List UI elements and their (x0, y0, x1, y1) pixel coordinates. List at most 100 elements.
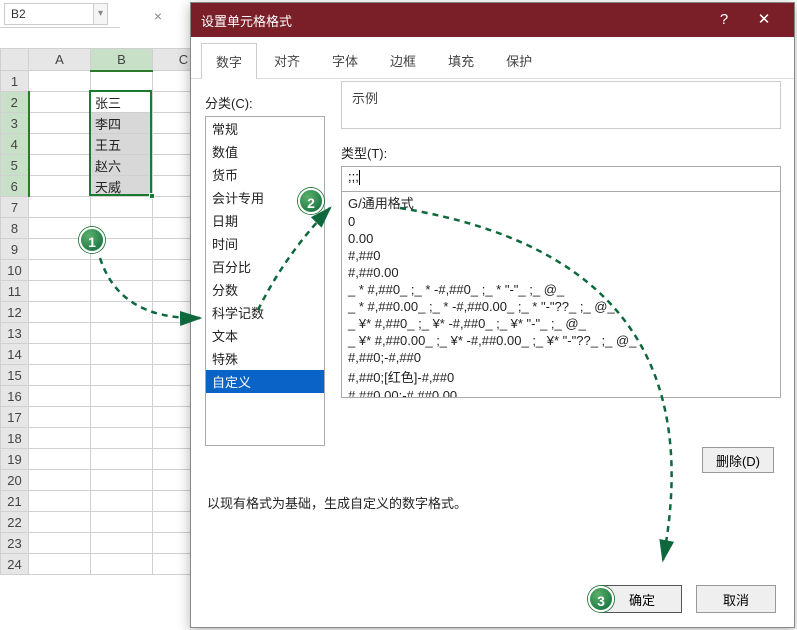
row-header[interactable]: 7 (1, 197, 29, 218)
row-header[interactable]: 16 (1, 386, 29, 407)
cell[interactable] (91, 512, 153, 533)
type-list[interactable]: G/通用格式00.00#,##0#,##0.00_ * #,##0_ ;_ * … (341, 192, 781, 398)
cell[interactable] (91, 365, 153, 386)
cell[interactable] (29, 491, 91, 512)
column-header[interactable]: A (29, 49, 91, 71)
category-item[interactable]: 常规 (206, 117, 324, 140)
type-option[interactable]: _ * #,##0_ ;_ * -#,##0_ ;_ * "-"_ ;_ @_ (342, 281, 780, 298)
type-option[interactable]: #,##0;-#,##0 (342, 349, 780, 366)
row-header[interactable]: 3 (1, 113, 29, 134)
name-box-dropdown[interactable]: ▾ (94, 3, 108, 25)
cell[interactable]: 赵六 (91, 155, 153, 176)
row-header[interactable]: 24 (1, 554, 29, 575)
type-option[interactable]: #,##0.00 (342, 264, 780, 281)
cell[interactable] (91, 302, 153, 323)
column-header[interactable]: B (91, 49, 153, 71)
cell[interactable] (29, 428, 91, 449)
row-header[interactable]: 20 (1, 470, 29, 491)
close-icon[interactable]: × (150, 8, 166, 24)
cell[interactable] (29, 71, 91, 92)
name-box[interactable] (4, 3, 94, 25)
cell[interactable]: 李四 (91, 113, 153, 134)
row-header[interactable]: 2 (1, 92, 29, 113)
type-option[interactable]: #,##0.00;-#,##0.00 (342, 387, 780, 398)
ok-button[interactable]: 确定 (602, 585, 682, 613)
category-item[interactable]: 特殊 (206, 347, 324, 370)
cell[interactable] (29, 554, 91, 575)
cell[interactable] (91, 533, 153, 554)
row-header[interactable]: 12 (1, 302, 29, 323)
cell[interactable] (29, 176, 91, 197)
cell[interactable] (91, 281, 153, 302)
row-header[interactable]: 18 (1, 428, 29, 449)
cell[interactable] (29, 260, 91, 281)
spreadsheet-grid[interactable]: ABC12张三3李四4王五5赵六6天威789101112131415161718… (0, 48, 215, 575)
cell[interactable] (91, 260, 153, 281)
category-item[interactable]: 科学记数 (206, 301, 324, 324)
category-item[interactable]: 时间 (206, 232, 324, 255)
cell[interactable] (29, 533, 91, 554)
category-item[interactable]: 货币 (206, 163, 324, 186)
category-list[interactable]: 常规数值货币会计专用日期时间百分比分数科学记数文本特殊自定义 (205, 116, 325, 446)
type-option[interactable]: #,##0 (342, 247, 780, 264)
row-header[interactable]: 17 (1, 407, 29, 428)
cell[interactable] (91, 470, 153, 491)
row-header[interactable]: 9 (1, 239, 29, 260)
tab-字体[interactable]: 字体 (317, 42, 373, 78)
row-header[interactable]: 6 (1, 176, 29, 197)
tab-边框[interactable]: 边框 (375, 42, 431, 78)
row-header[interactable]: 4 (1, 134, 29, 155)
cell[interactable] (29, 134, 91, 155)
cell[interactable] (91, 428, 153, 449)
close-button[interactable]: ✕ (744, 3, 784, 37)
dialog-titlebar[interactable]: 设置单元格格式 ? ✕ (191, 3, 794, 37)
row-header[interactable]: 11 (1, 281, 29, 302)
tab-填充[interactable]: 填充 (433, 42, 489, 78)
cell[interactable] (91, 344, 153, 365)
tab-数字[interactable]: 数字 (201, 43, 257, 79)
cell[interactable] (91, 71, 153, 92)
cell[interactable]: 张三 (91, 92, 153, 113)
cell[interactable] (29, 113, 91, 134)
category-item[interactable]: 分数 (206, 278, 324, 301)
help-button[interactable]: ? (704, 3, 744, 37)
cell[interactable] (29, 407, 91, 428)
cell[interactable] (29, 365, 91, 386)
cell[interactable] (29, 386, 91, 407)
row-header[interactable]: 22 (1, 512, 29, 533)
cell[interactable] (29, 302, 91, 323)
row-header[interactable]: 14 (1, 344, 29, 365)
cell[interactable] (29, 92, 91, 113)
row-header[interactable]: 23 (1, 533, 29, 554)
row-header[interactable]: 13 (1, 323, 29, 344)
row-header[interactable]: 19 (1, 449, 29, 470)
category-item[interactable]: 文本 (206, 324, 324, 347)
type-option[interactable]: _ ¥* #,##0_ ;_ ¥* -#,##0_ ;_ ¥* "-"_ ;_ … (342, 315, 780, 332)
category-item[interactable]: 数值 (206, 140, 324, 163)
cell[interactable] (29, 344, 91, 365)
type-option[interactable]: _ ¥* #,##0.00_ ;_ ¥* -#,##0.00_ ;_ ¥* "-… (342, 332, 780, 349)
cell[interactable] (91, 197, 153, 218)
row-header[interactable]: 10 (1, 260, 29, 281)
tab-保护[interactable]: 保护 (491, 42, 547, 78)
cell[interactable] (29, 281, 91, 302)
cell[interactable] (91, 407, 153, 428)
cancel-button[interactable]: 取消 (696, 585, 776, 613)
cell[interactable] (29, 470, 91, 491)
row-header[interactable]: 5 (1, 155, 29, 176)
cell[interactable]: 王五 (91, 134, 153, 155)
cell[interactable] (91, 449, 153, 470)
type-option[interactable]: 0 (342, 213, 780, 230)
type-option[interactable]: #,##0;[红色]-#,##0 (342, 366, 780, 387)
row-header[interactable]: 15 (1, 365, 29, 386)
select-all-corner[interactable] (1, 49, 29, 71)
cell[interactable] (91, 554, 153, 575)
row-header[interactable]: 1 (1, 71, 29, 92)
cell[interactable] (29, 197, 91, 218)
cell[interactable] (29, 323, 91, 344)
type-option[interactable]: _ * #,##0.00_ ;_ * -#,##0.00_ ;_ * "-"??… (342, 298, 780, 315)
cell[interactable] (29, 155, 91, 176)
row-header[interactable]: 21 (1, 491, 29, 512)
type-input[interactable]: ;;; (341, 166, 781, 192)
type-option[interactable]: 0.00 (342, 230, 780, 247)
